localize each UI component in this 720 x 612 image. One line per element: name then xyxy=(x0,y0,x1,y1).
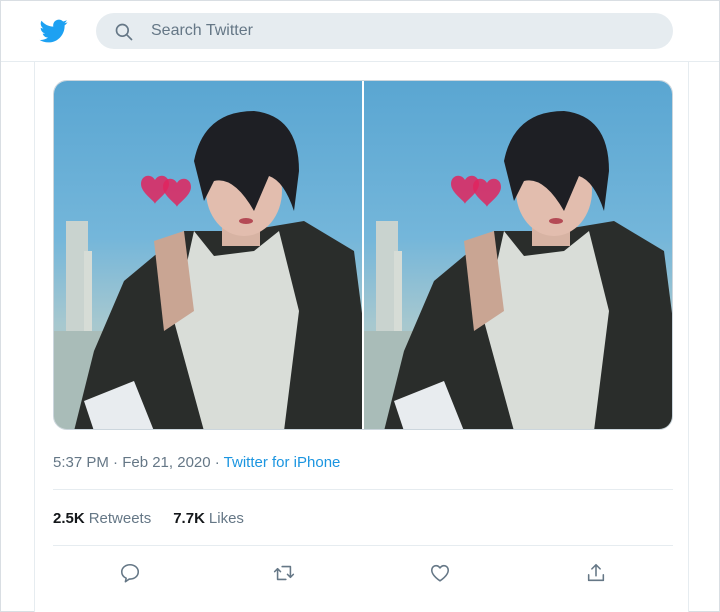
retweets-label: Retweets xyxy=(88,510,152,527)
tweet-metadata: 5:37 PM · Feb 21, 2020 · Twitter for iPh… xyxy=(53,454,340,471)
tweet-source-link[interactable]: Twitter for iPhone xyxy=(224,454,341,471)
share-button[interactable] xyxy=(583,560,609,586)
retweets-count: 2.5K xyxy=(53,510,85,527)
divider xyxy=(53,545,673,546)
share-icon xyxy=(587,563,605,582)
tweet-photo-1[interactable] xyxy=(54,81,362,429)
media-grid xyxy=(53,80,673,430)
likes-stat[interactable]: 7.7K Likes xyxy=(173,510,244,527)
twitter-bird-icon[interactable] xyxy=(39,17,69,45)
like-icon xyxy=(430,564,450,582)
likes-count: 7.7K xyxy=(173,510,205,527)
heart-sticker-icon xyxy=(141,175,191,207)
top-navigation-bar xyxy=(1,1,719,62)
heart-sticker-icon xyxy=(451,175,501,207)
tweet-actions-bar xyxy=(53,556,673,590)
tweet-detail: 5:37 PM · Feb 21, 2020 · Twitter for iPh… xyxy=(34,62,689,612)
retweets-stat[interactable]: 2.5K Retweets xyxy=(53,510,151,527)
tweet-photo-2[interactable] xyxy=(364,81,672,429)
tweet-stats: 2.5K Retweets 7.7K Likes xyxy=(53,510,244,527)
like-button[interactable] xyxy=(427,560,453,586)
photo-illustration xyxy=(54,111,362,429)
search-input[interactable] xyxy=(151,13,651,49)
tweet-timestamp[interactable]: 5:37 PM · Feb 21, 2020 · xyxy=(53,454,224,471)
likes-label: Likes xyxy=(208,510,244,527)
divider xyxy=(53,489,673,490)
reply-button[interactable] xyxy=(117,560,143,586)
search-icon xyxy=(115,23,133,41)
browser-page: 5:37 PM · Feb 21, 2020 · Twitter for iPh… xyxy=(0,0,720,612)
retweet-button[interactable] xyxy=(271,560,297,586)
search-bar[interactable] xyxy=(96,13,673,49)
reply-icon xyxy=(120,563,140,583)
photo-illustration xyxy=(364,111,672,429)
retweet-icon xyxy=(273,565,295,581)
